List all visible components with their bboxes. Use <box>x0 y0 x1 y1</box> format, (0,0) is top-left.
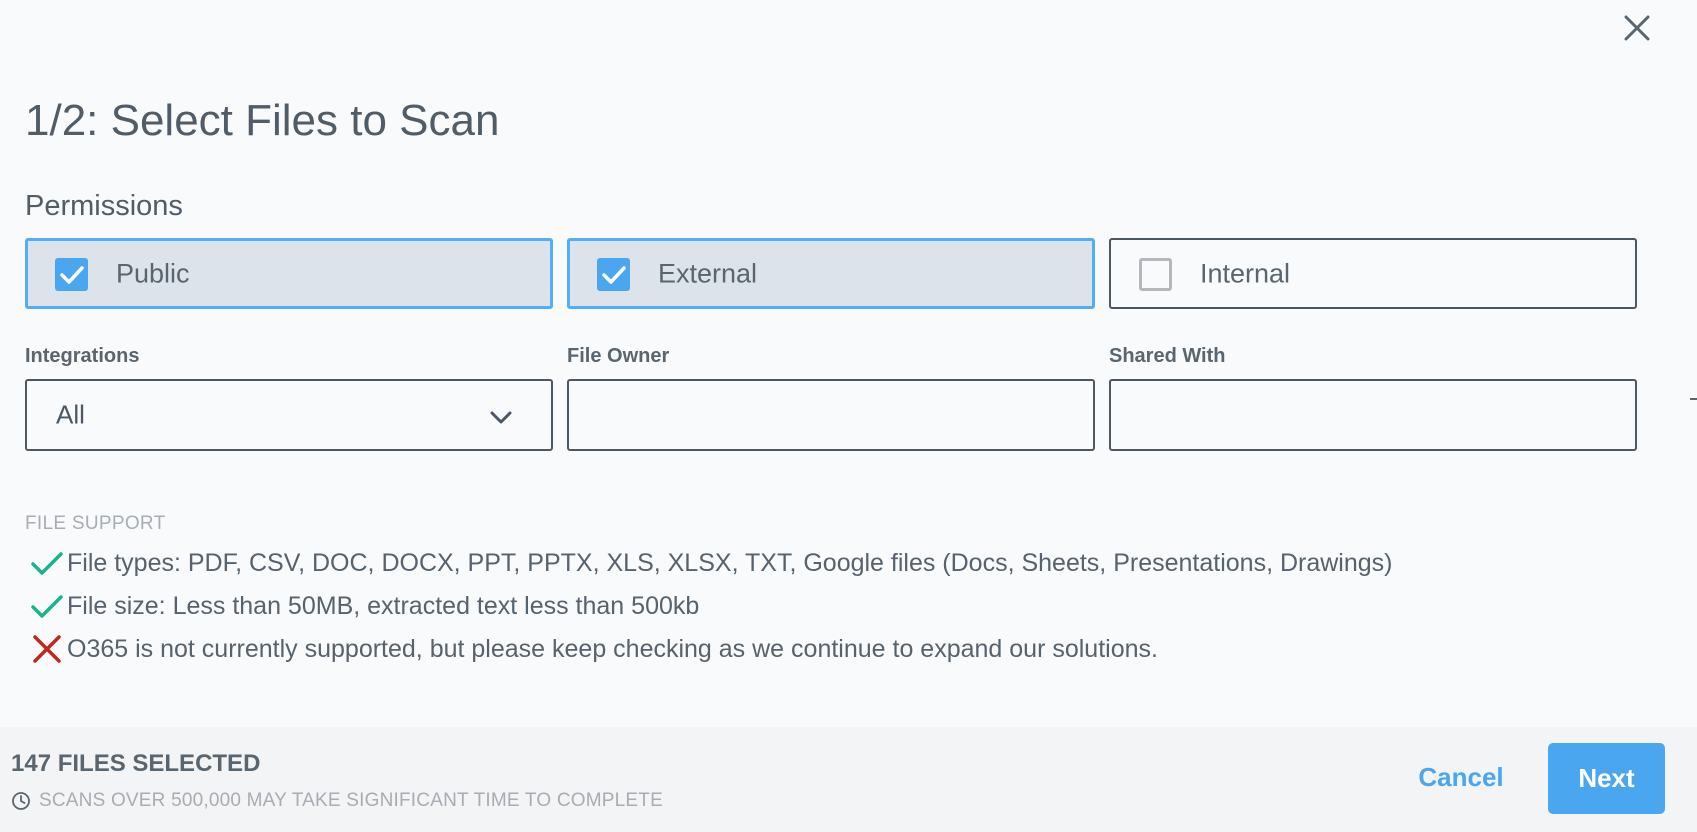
cancel-button[interactable]: Cancel <box>1405 744 1517 810</box>
shared-with-input[interactable] <box>1109 379 1637 451</box>
check-icon <box>31 595 63 618</box>
integrations-label: Integrations <box>25 345 140 367</box>
clock-icon <box>12 792 30 810</box>
page-title: 1/2: Select Files to Scan <box>25 96 500 145</box>
checkmark-icon <box>59 265 84 284</box>
file-support-text: O365 is not currently supported, but ple… <box>67 634 1158 663</box>
scan-files-dialog: 1/2: Select Files to Scan Permissions Pu… <box>0 0 1697 832</box>
file-support-text: File size: Less than 50MB, extracted tex… <box>67 591 700 620</box>
permissions-heading: Permissions <box>25 190 183 222</box>
file-owner-label: File Owner <box>567 345 670 367</box>
file-support-text: File types: PDF, CSV, DOC, DOCX, PPT, PP… <box>67 548 1393 577</box>
x-icon <box>33 635 61 663</box>
external-label: External <box>658 258 758 288</box>
scan-time-warning: SCANS OVER 500,000 MAY TAKE SIGNIFICANT … <box>11 790 663 812</box>
permission-external-option[interactable]: External <box>567 238 1095 309</box>
public-label: Public <box>116 258 190 288</box>
internal-label: Internal <box>1200 258 1291 288</box>
close-button[interactable] <box>1619 10 1655 46</box>
shared-with-label: Shared With <box>1109 345 1226 367</box>
permission-public-option[interactable]: Public <box>25 238 553 309</box>
next-button[interactable]: Next <box>1548 743 1665 814</box>
public-checkbox[interactable] <box>55 258 88 291</box>
permission-internal-option[interactable]: Internal <box>1109 238 1637 309</box>
close-icon <box>1624 15 1650 41</box>
integrations-select[interactable]: All <box>25 379 553 451</box>
scrollbar-marker <box>1690 398 1697 400</box>
file-support-item-types: File types: PDF, CSV, DOC, DOCX, PPT, PP… <box>30 545 1393 581</box>
chevron-down-icon <box>490 411 512 424</box>
external-checkbox[interactable] <box>597 258 630 291</box>
integrations-selected-value: All <box>56 399 85 430</box>
internal-checkbox[interactable] <box>1139 258 1172 291</box>
files-selected-count: 147 FILES SELECTED <box>11 750 261 777</box>
file-owner-input[interactable] <box>567 379 1095 451</box>
checkmark-icon <box>601 265 626 284</box>
file-support-item-size: File size: Less than 50MB, extracted tex… <box>30 588 699 624</box>
file-support-item-o365: O365 is not currently supported, but ple… <box>30 631 1158 667</box>
file-support-heading: FILE SUPPORT <box>25 513 166 534</box>
scan-time-warning-text: SCANS OVER 500,000 MAY TAKE SIGNIFICANT … <box>39 790 663 811</box>
check-icon <box>31 552 63 575</box>
